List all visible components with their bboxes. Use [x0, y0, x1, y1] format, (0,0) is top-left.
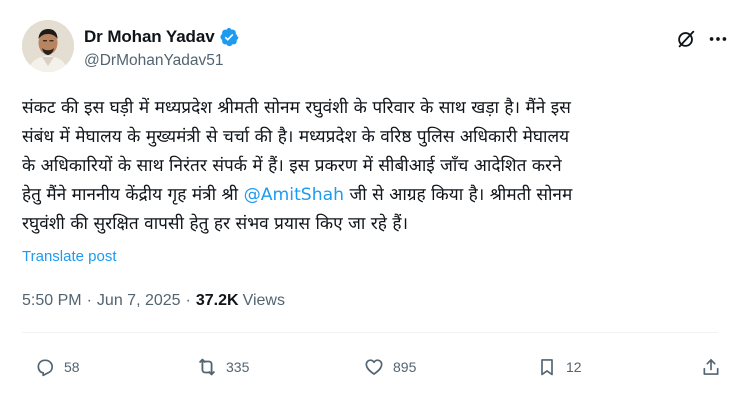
author-name-row[interactable]: Dr Mohan Yadav [84, 26, 239, 48]
bookmark-button[interactable]: 12 [536, 356, 582, 378]
tweet-text-segment: जी से आग्रह किया है। श्रीमती सोनम [344, 185, 573, 205]
reply-button[interactable]: 58 [34, 356, 80, 378]
verified-badge-icon[interactable] [219, 27, 239, 47]
like-count: 895 [393, 359, 417, 375]
translate-post-link[interactable]: Translate post [22, 248, 117, 265]
bookmark-count: 12 [566, 359, 582, 375]
tweet-text-line: संबंध में मेघालय के मुख्यमंत्री से चर्चा… [22, 127, 570, 147]
tweet-text-line: के अधिकारियों के साथ निरंतर संपर्क में ह… [22, 156, 562, 176]
tweet-text-line: रघुवंशी की सुरक्षित वापसी हेतु हर संभव प… [22, 214, 409, 234]
tweet-text-segment: हेतु मैंने माननीय केंद्रीय गृह मंत्री श्… [22, 185, 244, 205]
grok-icon[interactable] [674, 27, 698, 51]
bookmark-icon [536, 356, 558, 378]
share-button[interactable] [700, 356, 730, 378]
mention-link[interactable]: @AmitShah [244, 185, 344, 205]
repost-count: 335 [226, 359, 250, 375]
views-count: 37.2K [195, 292, 239, 309]
more-options-icon[interactable] [706, 27, 730, 51]
tweet-meta: 5:50 PM · Jun 7, 2025 · 37.2K Views [22, 292, 285, 310]
divider [22, 332, 718, 333]
author-handle[interactable]: @DrMohanYadav51 [84, 52, 224, 70]
avatar[interactable] [22, 20, 74, 72]
heart-icon [363, 356, 385, 378]
reply-count: 58 [64, 359, 80, 375]
author-display-name[interactable]: Dr Mohan Yadav [84, 27, 215, 47]
tweet-text-line: हेतु मैंने माननीय केंद्रीय गृह मंत्री श्… [22, 181, 728, 210]
repost-button[interactable]: 335 [196, 356, 249, 378]
tweet-card: Dr Mohan Yadav @DrMohanYadav51 संकट की इ… [0, 0, 740, 402]
meta-separator: · [185, 292, 191, 309]
tweet-text: संकट की इस घड़ी में मध्यप्रदेश श्रीमती स… [22, 94, 728, 239]
post-time[interactable]: 5:50 PM [22, 292, 82, 310]
views-label: Views [242, 292, 285, 309]
meta-separator: · [86, 292, 92, 309]
reply-icon [34, 356, 56, 378]
repost-icon [196, 356, 218, 378]
like-button[interactable]: 895 [363, 356, 416, 378]
post-date[interactable]: Jun 7, 2025 [97, 292, 181, 310]
tweet-text-line: संकट की इस घड़ी में मध्यप्रदेश श्रीमती स… [22, 98, 571, 118]
share-icon [700, 356, 722, 378]
